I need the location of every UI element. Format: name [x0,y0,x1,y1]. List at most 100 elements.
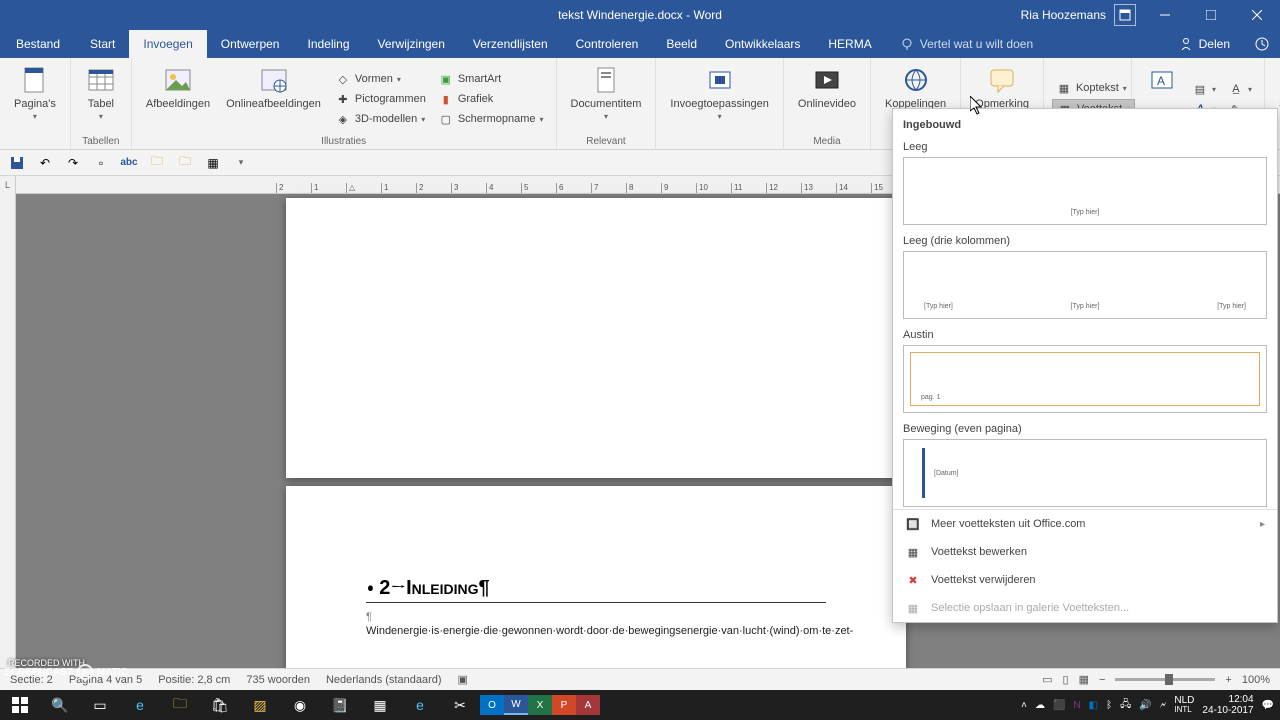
app-word[interactable]: W [504,695,528,715]
nav-pane-toggle[interactable]: L [0,176,16,680]
heading[interactable]: • 2→Inleiding¶ [366,576,826,603]
app-powerpoint[interactable]: P [552,695,576,715]
3d-models-button[interactable]: ◈3D-modellen [331,110,430,128]
app-notepad[interactable]: 📓 [320,690,360,720]
tray-onedrive-icon[interactable]: ☁ [1035,700,1045,711]
status-position[interactable]: Positie: 2,8 cm [158,674,230,686]
gallery-item-leeg[interactable]: [Typ hier] [903,157,1267,225]
page-current[interactable]: • 2→Inleiding¶ ¶ Windenergie·is·energie·… [286,486,906,680]
ribbon-options-icon[interactable] [1114,4,1136,26]
dropcap-button[interactable]: A̲ [1224,80,1256,98]
quickparts-button[interactable]: ▤ [1188,80,1220,98]
minimize-button[interactable] [1142,0,1188,30]
tab-herma[interactable]: HERMA [814,30,885,58]
app-ie[interactable]: e [400,690,440,720]
new-doc-button[interactable]: ▫ [92,154,110,172]
gallery-item-austin[interactable]: pag. 1 [903,345,1267,413]
search-button[interactable]: 🔍 [40,690,80,720]
app-explorer[interactable]: 🗀 [160,690,200,720]
table-button[interactable]: Tabel [79,62,123,136]
group-illustraties-label: Illustraties [140,136,548,149]
close-button[interactable] [1234,0,1280,30]
tab-verzendlijsten[interactable]: Verzendlijsten [459,30,562,58]
screenshot-button[interactable]: ▢Schermopname [434,110,548,128]
icons-button[interactable]: ✚Pictogrammen [331,90,430,108]
tab-ontwikkelaars[interactable]: Ontwikkelaars [711,30,814,58]
zoom-out-button[interactable]: − [1099,674,1105,686]
tab-file[interactable]: Bestand [0,30,76,58]
online-video-button[interactable]: Onlinevideo [792,62,862,136]
status-macro-icon[interactable]: ▣ [458,673,468,686]
app-outlook[interactable]: O [480,695,504,715]
document-item-button[interactable]: Documentitem [565,62,648,136]
tab-beeld[interactable]: Beeld [652,30,711,58]
tab-verwijzingen[interactable]: Verwijzingen [364,30,459,58]
addins-button[interactable]: Invoegtoepassingen [664,62,774,136]
body-text[interactable]: Windenergie·is·energie·die·gewonnen·word… [366,623,826,640]
addins-icon [704,64,736,96]
tray-office-icon[interactable]: ⬛ [1053,700,1065,711]
tray-onenote-icon[interactable]: N [1073,700,1080,711]
folder-button[interactable]: 🗀 [176,154,194,172]
app-calc[interactable]: ▦ [360,690,400,720]
app-chrome[interactable]: ◉ [280,690,320,720]
view-web-icon[interactable]: ▦ [1079,673,1089,686]
header-button[interactable]: ▦Koptekst [1052,79,1135,97]
chart-button[interactable]: ▮Grafiek [434,90,548,108]
view-print-icon[interactable]: ▯ [1063,673,1069,686]
zoom-level[interactable]: 100% [1242,674,1270,686]
start-button[interactable] [0,690,40,720]
tray-battery-icon[interactable]: 🗲 [1160,700,1167,711]
more-footers-online[interactable]: 🔲 Meer voetteksten uit Office.com ▸ [893,510,1277,538]
share-button[interactable]: Delen [1165,30,1244,58]
save-button[interactable] [8,154,26,172]
tab-ontwerpen[interactable]: Ontwerpen [207,30,294,58]
tray-notifications-icon[interactable]: 💬 [1262,700,1274,711]
tray-bluetooth-icon[interactable]: ᛒ [1106,700,1112,711]
gallery-item-beweging[interactable]: [Datum] [903,439,1267,507]
tab-indeling[interactable]: Indeling [293,30,363,58]
taskbar: 🔍 ▭ e 🗀 🛍 ▨ ◉ 📓 ▦ e ✂ O W X P A ˄ ☁ ⬛ N … [0,690,1280,720]
task-view-button[interactable]: ▭ [80,690,120,720]
maximize-button[interactable] [1188,0,1234,30]
tray-volume-icon[interactable]: 🔊 [1139,700,1151,711]
view-read-icon[interactable]: ▭ [1042,673,1052,686]
tray-clock[interactable]: 12:04 24-10-2017 [1202,694,1253,716]
tab-start[interactable]: Start [76,30,129,58]
online-pictures-button[interactable]: Onlineafbeeldingen [220,62,327,136]
spellcheck-button[interactable]: abc [120,154,138,172]
pages-button[interactable]: Pagina's [8,62,62,136]
undo-button[interactable]: ↶ [36,154,54,172]
tell-me-search[interactable]: Vertel wat u wilt doen [886,30,1033,58]
app-store[interactable]: 🛍 [200,690,240,720]
open-folder-button[interactable]: 🗀 [148,154,166,172]
tray-network-icon[interactable]: 🖧 [1120,697,1131,714]
app-sticky[interactable]: ▨ [240,690,280,720]
tray-outlook-icon[interactable]: ◧ [1089,700,1098,711]
page-previous[interactable] [286,198,906,478]
empty-paragraph[interactable]: ¶ [366,611,826,623]
zoom-in-button[interactable]: + [1225,674,1231,686]
status-words[interactable]: 735 woorden [246,674,310,686]
qat-more-button[interactable]: ▾ [232,154,250,172]
remove-footer[interactable]: ✖ Voettekst verwijderen [893,566,1277,594]
edit-footer[interactable]: ▦ Voettekst bewerken [893,538,1277,566]
app-access[interactable]: A [576,695,600,715]
tray-language[interactable]: NLD INTL [1174,695,1194,715]
header-icon: ▦ [1056,80,1072,96]
tab-invoegen[interactable]: Invoegen [129,30,206,58]
history-button[interactable] [1244,30,1280,58]
smartart-button[interactable]: ▣SmartArt [434,70,548,88]
app-edge[interactable]: e [120,690,160,720]
redo-button[interactable]: ↷ [64,154,82,172]
shapes-button[interactable]: ◇Vormen [331,70,430,88]
app-snip[interactable]: ✂ [440,690,480,720]
app-excel[interactable]: X [528,695,552,715]
tray-up-icon[interactable]: ˄ [1021,700,1027,711]
tab-controleren[interactable]: Controleren [562,30,653,58]
gallery-item-leeg3[interactable]: [Typ hier] [Typ hier] [Typ hier] [903,251,1267,319]
pictures-button[interactable]: Afbeeldingen [140,62,216,136]
zoom-slider[interactable] [1115,678,1215,681]
table-qat-button[interactable]: ▦ [204,154,222,172]
status-language[interactable]: Nederlands (standaard) [326,674,442,686]
